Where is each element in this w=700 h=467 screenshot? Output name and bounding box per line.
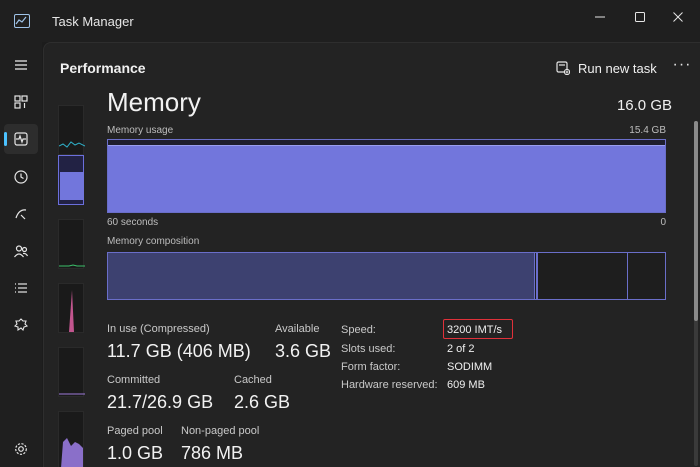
maximize-icon: [635, 12, 645, 22]
details-icon: [15, 283, 27, 293]
committed-label: Committed: [107, 374, 161, 386]
available-label: Available: [275, 323, 320, 335]
in-use-label: In use (Compressed): [107, 323, 210, 335]
users-icon: [14, 245, 29, 258]
available-value: 3.6 GB: [275, 341, 332, 361]
processes-icon: [14, 95, 28, 109]
performance-thumbnails: [58, 105, 86, 467]
hardware-reserved-value: 609 MB: [447, 379, 485, 391]
memory-thumbnail[interactable]: [58, 155, 84, 205]
minimize-button[interactable]: [586, 6, 614, 28]
run-new-task-icon: [556, 61, 570, 75]
disk-thumbnail[interactable]: [58, 219, 85, 269]
nav-services[interactable]: [4, 310, 38, 340]
main-pane: Performance Run new task ··· Memory 16.0…: [43, 42, 700, 467]
memory-total: 16.0 GB: [616, 97, 672, 114]
committed-value: 21.7/26.9 GB: [107, 392, 214, 412]
nav-settings[interactable]: [4, 434, 38, 464]
network-thumbnail[interactable]: [58, 283, 84, 333]
startup-apps-icon: [15, 209, 27, 220]
speed-value: 3200 IMT/s: [447, 324, 503, 336]
page-header: Performance Run new task ···: [44, 43, 700, 91]
composition-free: [627, 253, 665, 299]
nav-startup-apps[interactable]: [4, 199, 38, 229]
memory-panel: Memory 16.0 GB Memory usage 15.4 GB 60 s…: [106, 87, 680, 467]
gpu-thumbnail[interactable]: [58, 411, 84, 467]
slots-used-value: 2 of 2: [447, 343, 475, 355]
cpu-thumbnail[interactable]: [58, 105, 86, 155]
memory-composition-label: Memory composition: [107, 236, 200, 247]
close-button[interactable]: [664, 6, 692, 28]
app-history-icon: [14, 170, 28, 184]
memory-usage-fill: [108, 145, 665, 212]
form-factor-value: SODIMM: [447, 361, 493, 373]
cached-label: Cached: [234, 374, 272, 386]
memory-composition-bar: [107, 252, 666, 300]
nav-app-history[interactable]: [4, 162, 38, 192]
memory-title: Memory: [107, 87, 201, 117]
memory-usage-label: Memory usage: [107, 125, 174, 136]
speed-label: Speed:: [341, 324, 376, 336]
nav-users[interactable]: [4, 236, 38, 266]
hardware-reserved-label: Hardware reserved:: [341, 379, 438, 391]
title-bar: Task Manager: [0, 0, 700, 42]
memory-usage-max: 15.4 GB: [629, 125, 666, 136]
navigation-rail: [0, 42, 42, 467]
settings-icon: [15, 443, 27, 455]
services-icon: [13, 318, 29, 332]
paged-pool-value: 1.0 GB: [107, 443, 164, 463]
slots-used-label: Slots used:: [341, 343, 396, 355]
nav-performance[interactable]: [4, 124, 38, 154]
page-title: Performance: [60, 60, 146, 76]
composition-standby: [537, 253, 627, 299]
hamburger-icon: [15, 60, 27, 70]
nav-processes[interactable]: [4, 87, 38, 117]
time-axis-end: 0: [660, 217, 666, 228]
window-title: Task Manager: [52, 14, 134, 29]
in-use-value: 11.7 GB (406 MB): [107, 341, 251, 361]
composition-in-use: [108, 253, 534, 299]
maximize-button[interactable]: [626, 6, 654, 28]
non-paged-pool-value: 786 MB: [181, 443, 244, 463]
run-new-task-button[interactable]: Run new task: [556, 55, 657, 81]
paged-pool-label: Paged pool: [107, 425, 163, 437]
task-manager-app-icon: [14, 14, 30, 28]
time-axis-start: 60 seconds: [107, 217, 159, 228]
performance-icon: [14, 132, 28, 146]
close-icon: [673, 12, 683, 22]
nav-details[interactable]: [4, 273, 38, 303]
form-factor-label: Form factor:: [341, 361, 401, 373]
memory-usage-chart: [107, 139, 666, 213]
wifi-thumbnail[interactable]: [58, 347, 85, 397]
vertical-scrollbar-thumb[interactable]: [694, 121, 698, 321]
more-options-button[interactable]: ···: [670, 56, 694, 80]
non-paged-pool-label: Non-paged pool: [181, 425, 260, 437]
run-new-task-label: Run new task: [578, 60, 657, 76]
cached-value: 2.6 GB: [234, 392, 291, 412]
minimize-icon: [595, 16, 605, 18]
hamburger-menu-button[interactable]: [4, 50, 38, 80]
